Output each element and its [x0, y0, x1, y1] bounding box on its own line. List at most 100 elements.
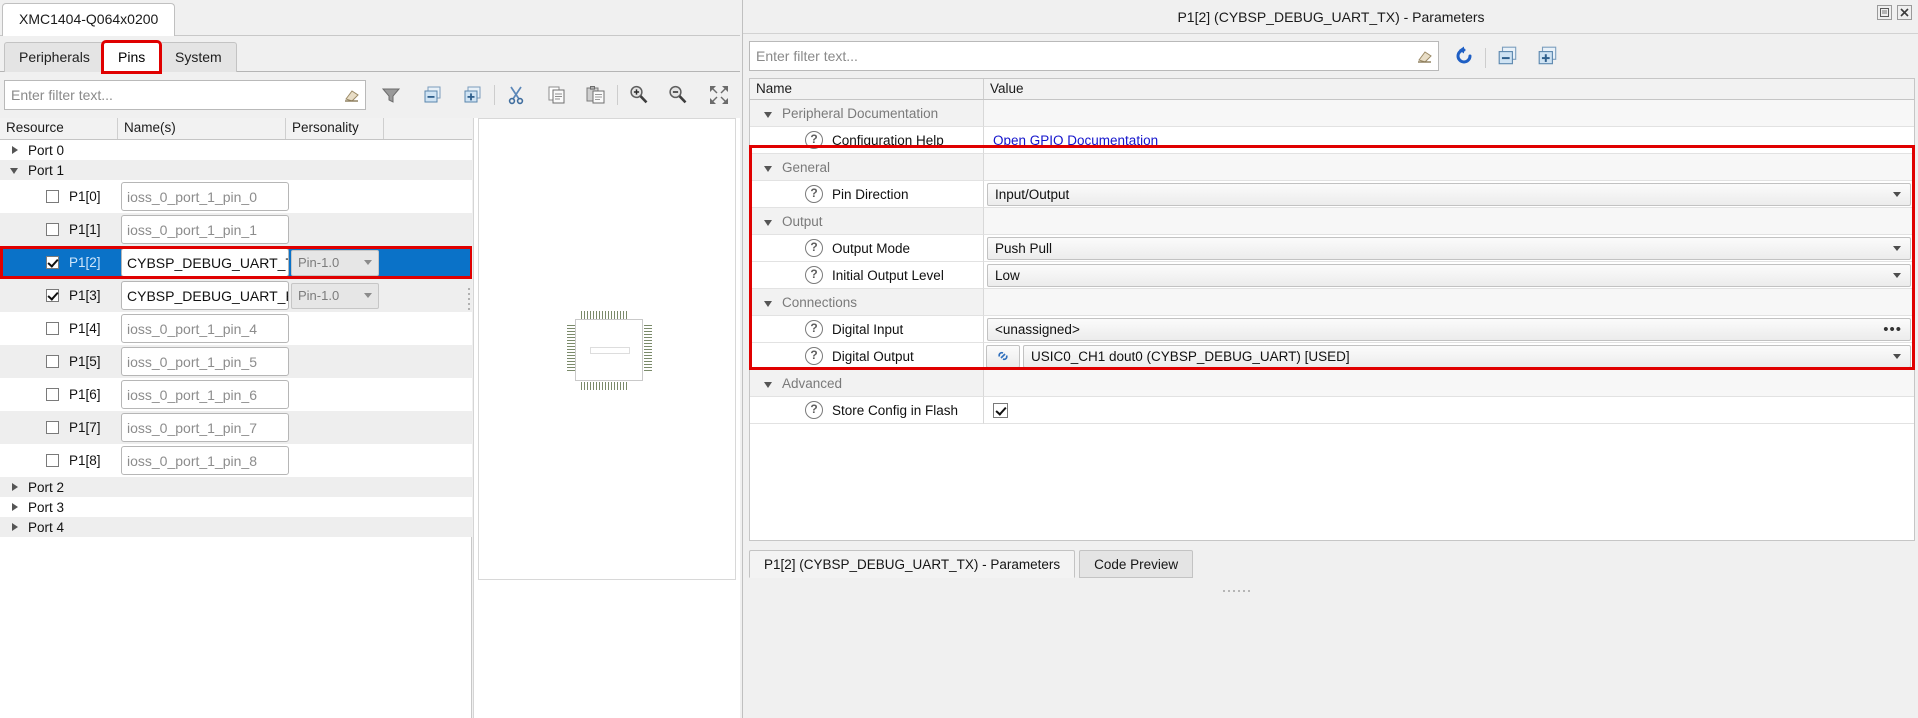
chevron-down-icon[interactable]: [764, 379, 773, 388]
help-icon[interactable]: ?: [805, 320, 823, 338]
chevron-down-icon[interactable]: [764, 298, 773, 307]
parameters-filter-box[interactable]: [749, 41, 1439, 71]
chevron-right-icon[interactable]: [10, 145, 20, 155]
paste-icon[interactable]: [583, 83, 609, 107]
collapse-all-icon[interactable]: [420, 83, 446, 107]
restore-icon[interactable]: [1877, 5, 1892, 20]
chevron-right-icon[interactable]: [10, 502, 20, 512]
pin-name-input[interactable]: ioss_0_port_1_pin_0: [121, 182, 289, 211]
parameter-combo[interactable]: <unassigned> •••: [987, 317, 1911, 341]
documentation-link[interactable]: Open GPIO Documentation: [986, 133, 1158, 148]
close-icon[interactable]: [1897, 5, 1912, 20]
help-icon[interactable]: ?: [805, 347, 823, 365]
pin-enable-checkbox[interactable]: [46, 355, 59, 368]
parameter-name-cell: ? Output Mode: [750, 235, 984, 262]
chip-canvas[interactable]: [478, 118, 736, 580]
pin-name-input[interactable]: ioss_0_port_1_pin_4: [121, 314, 289, 343]
filter-icon[interactable]: [378, 83, 404, 107]
pins-filter-input[interactable]: [5, 82, 339, 108]
help-icon[interactable]: ?: [805, 401, 823, 419]
pin-personality-combo[interactable]: Pin-1.0: [291, 282, 379, 309]
bottom-tab-code-preview[interactable]: Code Preview: [1079, 550, 1194, 578]
parameter-combo[interactable]: Input/Output: [987, 182, 1911, 206]
parameter-section-row[interactable]: Output: [750, 208, 1914, 235]
pins-group-row[interactable]: Port 4: [0, 517, 472, 537]
expand-all-icon[interactable]: [1535, 44, 1561, 68]
pin-name-input[interactable]: CYBSP_DEBUG_UART_RX: [121, 281, 289, 310]
pin-personality-combo[interactable]: Pin-1.0: [291, 249, 379, 276]
bottom-resize-handle[interactable]: [1223, 580, 1259, 592]
copy-icon[interactable]: [544, 83, 570, 107]
pin-name-input[interactable]: ioss_0_port_1_pin_1: [121, 215, 289, 244]
pane-splitter-handle[interactable]: [466, 285, 471, 321]
parameter-label: Pin Direction: [832, 186, 909, 202]
pin-enable-checkbox[interactable]: [46, 289, 59, 302]
parameter-combo[interactable]: Push Pull: [987, 236, 1911, 260]
more-options-icon[interactable]: •••: [1883, 321, 1902, 338]
pins-table-row[interactable]: P1[0] ioss_0_port_1_pin_0: [0, 180, 472, 213]
chip-pins-right: [644, 325, 653, 379]
tab-system[interactable]: System: [160, 42, 237, 72]
collapse-all-icon[interactable]: [1495, 44, 1521, 68]
pin-enable-checkbox[interactable]: [46, 388, 59, 401]
parameter-section-row[interactable]: General: [750, 154, 1914, 181]
chevron-right-icon[interactable]: [10, 522, 20, 532]
pins-table-row[interactable]: P1[1] ioss_0_port_1_pin_1: [0, 213, 472, 246]
parameter-checkbox[interactable]: [993, 402, 1008, 418]
pins-table-row[interactable]: P1[3] CYBSP_DEBUG_UART_RX Pin-1.0: [0, 279, 472, 312]
bottom-tab-parameters[interactable]: P1[2] (CYBSP_DEBUG_UART_TX) - Parameters: [749, 550, 1076, 578]
fit-to-page-icon[interactable]: [706, 83, 732, 107]
pin-name-input[interactable]: CYBSP_DEBUG_UART_TX: [121, 248, 289, 277]
parameter-combo[interactable]: Low: [987, 263, 1911, 287]
pin-enable-checkbox[interactable]: [46, 454, 59, 467]
pins-table-row[interactable]: P1[6] ioss_0_port_1_pin_6: [0, 378, 472, 411]
parameter-combo[interactable]: USIC0_CH1 dout0 (CYBSP_DEBUG_UART) [USED…: [1023, 344, 1911, 368]
pins-filter-box[interactable]: [4, 80, 366, 110]
parameter-value-cell: Push Pull: [984, 235, 1914, 262]
pins-table-row[interactable]: P1[8] ioss_0_port_1_pin_8: [0, 444, 472, 477]
help-icon[interactable]: ?: [805, 131, 823, 149]
chevron-down-icon[interactable]: [764, 217, 773, 226]
clear-filter-icon[interactable]: [339, 84, 365, 106]
pin-name-input[interactable]: ioss_0_port_1_pin_5: [121, 347, 289, 376]
cut-icon[interactable]: [503, 83, 529, 107]
tab-pins[interactable]: Pins: [100, 40, 163, 74]
pins-table-row[interactable]: P1[2] CYBSP_DEBUG_UART_TX Pin-1.0: [0, 246, 472, 279]
expand-all-icon[interactable]: [460, 83, 486, 107]
pin-enable-checkbox[interactable]: [46, 190, 59, 203]
zoom-in-icon[interactable]: [626, 83, 652, 107]
pin-enable-checkbox[interactable]: [46, 256, 59, 269]
pin-enable-checkbox[interactable]: [46, 223, 59, 236]
help-icon[interactable]: ?: [805, 239, 823, 257]
chip-preview-pane: [473, 118, 740, 718]
chevron-down-icon[interactable]: [764, 163, 773, 172]
refresh-icon[interactable]: [1451, 44, 1477, 68]
tab-peripherals[interactable]: Peripherals: [4, 42, 105, 72]
parameter-section-label: Advanced: [782, 375, 843, 391]
pins-group-row[interactable]: Port 2: [0, 477, 472, 497]
parameters-filter-input[interactable]: [750, 43, 1412, 69]
chevron-down-icon[interactable]: [764, 109, 773, 118]
pin-name-input[interactable]: ioss_0_port_1_pin_8: [121, 446, 289, 475]
document-tab-device[interactable]: XMC1404-Q064x0200: [2, 3, 176, 36]
parameter-section-row[interactable]: Advanced: [750, 370, 1914, 397]
parameter-section-row[interactable]: Connections: [750, 289, 1914, 316]
pin-name-input[interactable]: ioss_0_port_1_pin_7: [121, 413, 289, 442]
clear-filter-icon[interactable]: [1412, 45, 1438, 67]
pins-table-row[interactable]: P1[7] ioss_0_port_1_pin_7: [0, 411, 472, 444]
pins-group-row[interactable]: Port 1: [0, 160, 472, 180]
pins-table-row[interactable]: P1[4] ioss_0_port_1_pin_4: [0, 312, 472, 345]
pin-name-input[interactable]: ioss_0_port_1_pin_6: [121, 380, 289, 409]
pin-enable-checkbox[interactable]: [46, 322, 59, 335]
pins-group-row[interactable]: Port 3: [0, 497, 472, 517]
help-icon[interactable]: ?: [805, 266, 823, 284]
pin-enable-checkbox[interactable]: [46, 421, 59, 434]
help-icon[interactable]: ?: [805, 185, 823, 203]
zoom-out-icon[interactable]: [665, 83, 691, 107]
parameter-section-row[interactable]: Peripheral Documentation: [750, 100, 1914, 127]
chevron-down-icon[interactable]: [10, 165, 20, 175]
pins-table-row[interactable]: P1[5] ioss_0_port_1_pin_5: [0, 345, 472, 378]
pins-group-row[interactable]: Port 0: [0, 140, 472, 160]
chevron-right-icon[interactable]: [10, 482, 20, 492]
link-chain-icon[interactable]: [986, 344, 1020, 368]
